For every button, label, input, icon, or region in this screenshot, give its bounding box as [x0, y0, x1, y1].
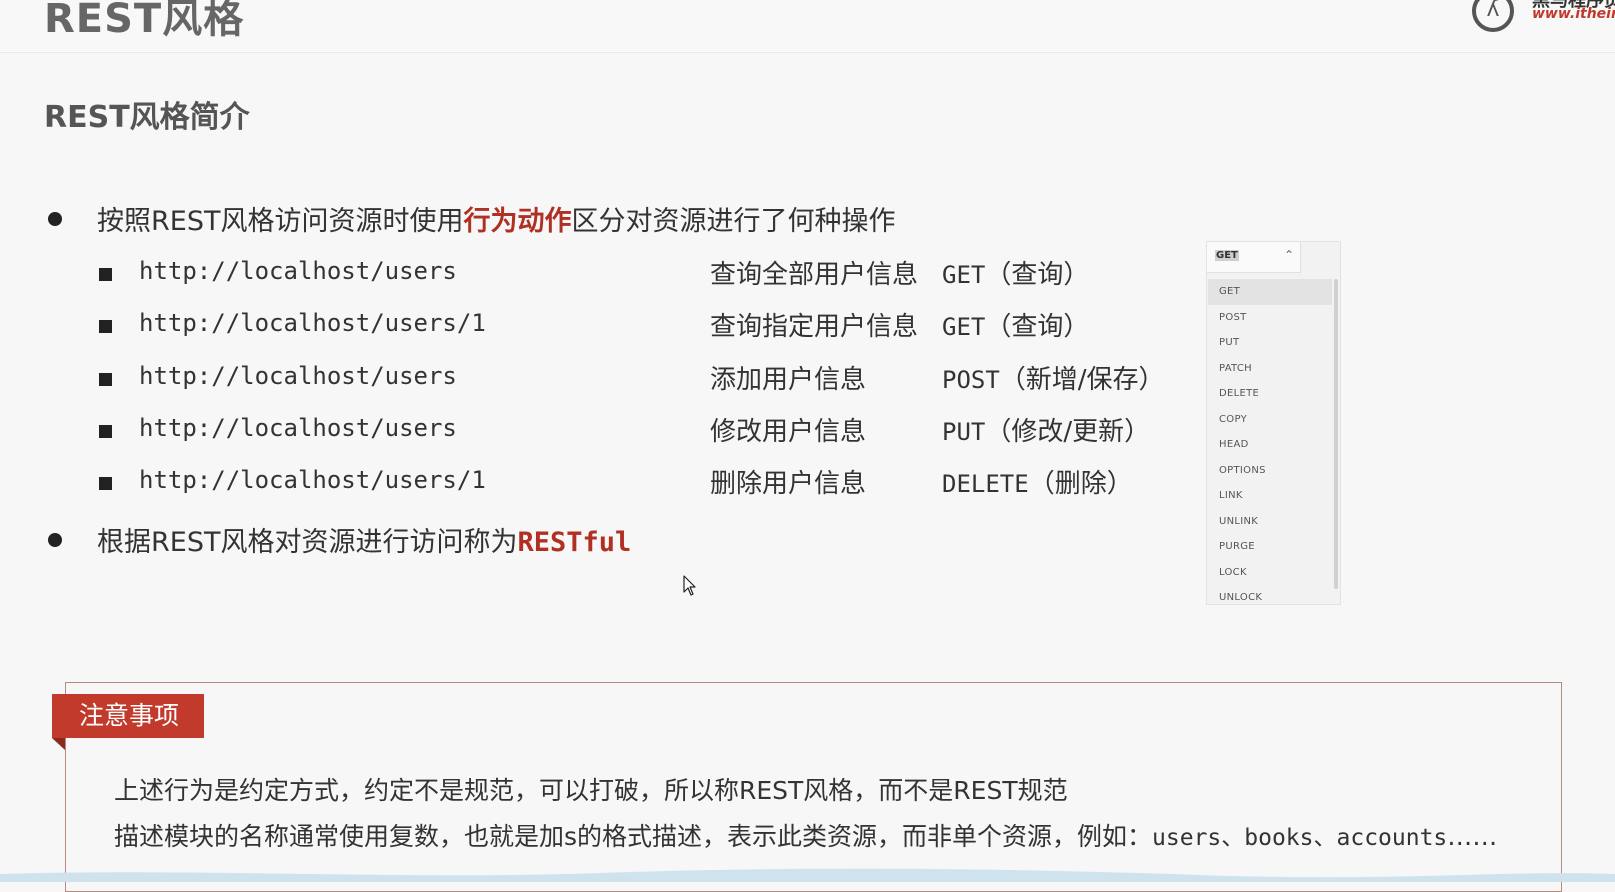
http-method: DELETE（删除） [942, 463, 1133, 500]
section-title: REST风格简介 [44, 100, 250, 135]
http-method: GET（查询） [942, 254, 1089, 291]
note-line2-code: users、books、accounts [1152, 825, 1448, 851]
http-method: PUT（修改/更新） [942, 411, 1150, 448]
operation-description: 删除用户信息 [710, 469, 867, 499]
resource-url: http://localhost/users [139, 362, 457, 390]
square-bullet-icon [99, 268, 112, 281]
dropdown-option-get[interactable]: GET [1208, 279, 1332, 305]
resource-url: http://localhost/users/1 [139, 309, 486, 337]
dropdown-toggle[interactable]: GET ⌃ [1207, 242, 1301, 273]
list-item: http://localhost/users 修改用户信息 PUT（修改/更新） [0, 414, 1200, 461]
top-bar: REST风格 ʎ 黑马程序员 www.itheima.com [0, 0, 1615, 53]
http-method: POST（新增/保存） [942, 359, 1165, 396]
method-note: （修改/更新） [985, 417, 1151, 447]
dropdown-option-patch[interactable]: PATCH [1208, 356, 1332, 382]
method-note: （删除） [1028, 469, 1133, 499]
logo-url: www.itheima.com [1532, 6, 1615, 22]
note-tag: 注意事项 [52, 694, 204, 738]
bullet-text-1: 按照REST风格访问资源时使用行为动作区分对资源进行了何种操作 [97, 199, 895, 238]
dropdown-selected-value: GET [1215, 250, 1239, 261]
list-item: http://localhost/users 查询全部用户信息 GET（查询） [0, 257, 1200, 304]
bullet1-suffix: 区分对资源进行了何种操作 [571, 206, 896, 237]
method-name: GET [942, 313, 986, 341]
bullet2-highlight: RESTful [517, 527, 632, 558]
method-note: （查询） [985, 260, 1090, 290]
mouse-cursor-icon [683, 575, 696, 596]
chevron-up-icon: ⌃ [1284, 248, 1295, 262]
resource-url: http://localhost/users [139, 414, 457, 442]
dropdown-option-unlock[interactable]: UNLOCK [1208, 585, 1332, 611]
logo: ʎ 黑马程序员 www.itheima.com [1470, 0, 1615, 36]
dropdown-option-lock[interactable]: LOCK [1208, 560, 1332, 586]
square-bullet-icon [99, 373, 112, 386]
dropdown-option-link[interactable]: LINK [1208, 483, 1332, 509]
method-note: （新增/保存） [999, 365, 1165, 395]
bullet2-prefix: 根据REST风格对资源进行访问称为 [97, 527, 518, 558]
resource-url: http://localhost/users [139, 257, 457, 285]
decorative-wave [0, 868, 1615, 882]
square-bullet-icon [99, 477, 112, 490]
method-name: DELETE [942, 470, 1029, 498]
dropdown-option-purge[interactable]: PURGE [1208, 534, 1332, 560]
dropdown-option-options[interactable]: OPTIONS [1208, 458, 1332, 484]
bullet-text-2: 根据REST风格对资源进行访问称为RESTful [97, 520, 631, 559]
note-line-1: 上述行为是约定方式，约定不是规范，可以打破，所以称REST风格，而不是REST规… [114, 776, 1068, 805]
operation-description: 查询指定用户信息 [710, 312, 919, 342]
operation-description: 修改用户信息 [710, 417, 867, 447]
http-method-dropdown[interactable]: GET ⌃ GET POST PUT PATCH DELETE COPY HEA… [1206, 241, 1341, 605]
list-item: http://localhost/users/1 删除用户信息 DELETE（删… [0, 466, 1200, 513]
dropdown-options: GET POST PUT PATCH DELETE COPY HEAD OPTI… [1208, 279, 1332, 603]
operation-description: 添加用户信息 [710, 365, 867, 395]
dropdown-option-put[interactable]: PUT [1208, 330, 1332, 356]
method-note: （查询） [985, 312, 1090, 342]
bullet-icon [48, 212, 62, 226]
method-name: PUT [942, 418, 986, 446]
page-title: REST风格 [44, 0, 245, 42]
dropdown-option-head[interactable]: HEAD [1208, 432, 1332, 458]
dropdown-option-unlink[interactable]: UNLINK [1208, 509, 1332, 535]
note-line2-prefix: 描述模块的名称通常使用复数，也就是加s的格式描述，表示此类资源，而非单个资源，例… [114, 822, 1153, 851]
dropdown-option-delete[interactable]: DELETE [1208, 381, 1332, 407]
dropdown-scrollbar[interactable] [1334, 279, 1338, 589]
note-line2-suffix: …… [1447, 822, 1498, 851]
resource-url: http://localhost/users/1 [139, 466, 486, 494]
list-item: http://localhost/users 添加用户信息 POST（新增/保存… [0, 362, 1200, 409]
bullet1-highlight: 行为动作 [463, 206, 572, 237]
dropdown-option-copy[interactable]: COPY [1208, 407, 1332, 433]
operation-description: 查询全部用户信息 [710, 260, 919, 290]
list-item: http://localhost/users/1 查询指定用户信息 GET（查询… [0, 309, 1200, 356]
square-bullet-icon [99, 425, 112, 438]
note-line-2: 描述模块的名称通常使用复数，也就是加s的格式描述，表示此类资源，而非单个资源，例… [114, 817, 1497, 853]
logo-mark-icon: ʎ [1472, 0, 1514, 32]
bullet1-prefix: 按照REST风格访问资源时使用 [97, 206, 464, 237]
note-tag-fold [52, 738, 65, 750]
http-method: GET（查询） [942, 306, 1089, 343]
method-name: POST [942, 366, 1000, 394]
method-name: GET [942, 261, 986, 289]
dropdown-option-post[interactable]: POST [1208, 305, 1332, 331]
bullet-icon [48, 533, 62, 547]
square-bullet-icon [99, 320, 112, 333]
